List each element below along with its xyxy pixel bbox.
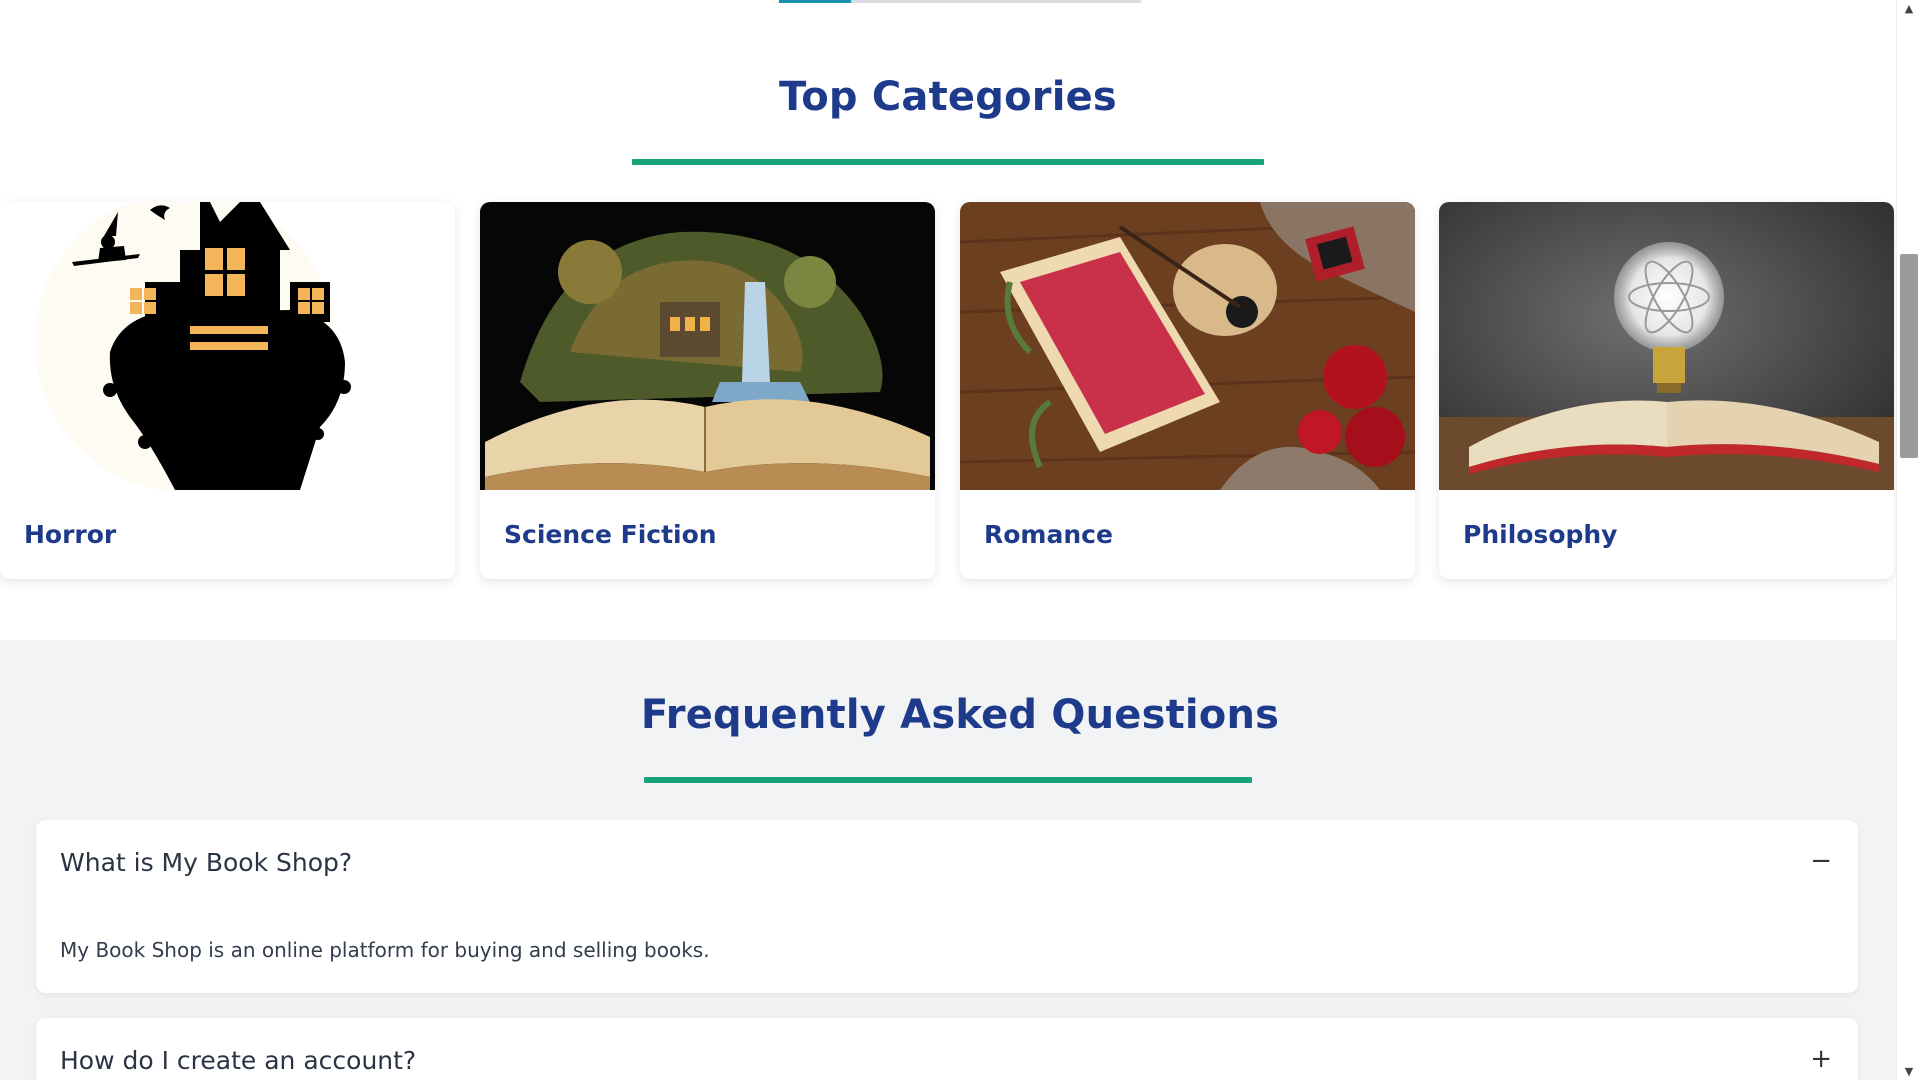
tab-indicator-active	[779, 0, 851, 3]
faq-answer: My Book Shop is an online platform for b…	[60, 938, 710, 962]
romance-image	[960, 202, 1415, 490]
category-card-philosophy[interactable]: Philosophy	[1439, 202, 1894, 579]
horror-image	[0, 202, 455, 490]
category-card-horror[interactable]: Horror	[0, 202, 455, 579]
categories-section: Top Categories Horror Science Fiction Ro…	[0, 0, 1896, 640]
scroll-down-arrow-icon[interactable]: ▼	[1897, 1065, 1920, 1078]
faq-item-create-account: How do I create an account? +	[36, 1018, 1858, 1080]
collapse-icon[interactable]: −	[1810, 846, 1832, 876]
philosophy-image	[1439, 202, 1894, 490]
categories-title-underline	[632, 159, 1264, 165]
category-card-romance[interactable]: Romance	[960, 202, 1415, 579]
page-scrollbar[interactable]: ▲ ▼	[1896, 0, 1920, 1080]
categories-title: Top Categories	[779, 74, 1117, 120]
faq-question[interactable]: How do I create an account?	[60, 1046, 416, 1075]
scrollbar-thumb[interactable]	[1900, 254, 1918, 458]
faq-item-what-is: What is My Book Shop? − My Book Shop is …	[36, 820, 1858, 993]
faq-title: Frequently Asked Questions	[640, 692, 1280, 738]
scroll-up-arrow-icon[interactable]: ▲	[1897, 2, 1920, 15]
category-card-science-fiction[interactable]: Science Fiction	[480, 202, 935, 579]
category-label-science-fiction: Science Fiction	[504, 520, 717, 549]
faq-question[interactable]: What is My Book Shop?	[60, 848, 352, 877]
expand-icon[interactable]: +	[1810, 1044, 1832, 1074]
category-label-horror: Horror	[24, 520, 117, 549]
category-label-philosophy: Philosophy	[1463, 520, 1618, 549]
category-label-romance: Romance	[984, 520, 1113, 549]
faq-title-underline	[644, 777, 1252, 783]
science-fiction-image	[480, 202, 935, 490]
